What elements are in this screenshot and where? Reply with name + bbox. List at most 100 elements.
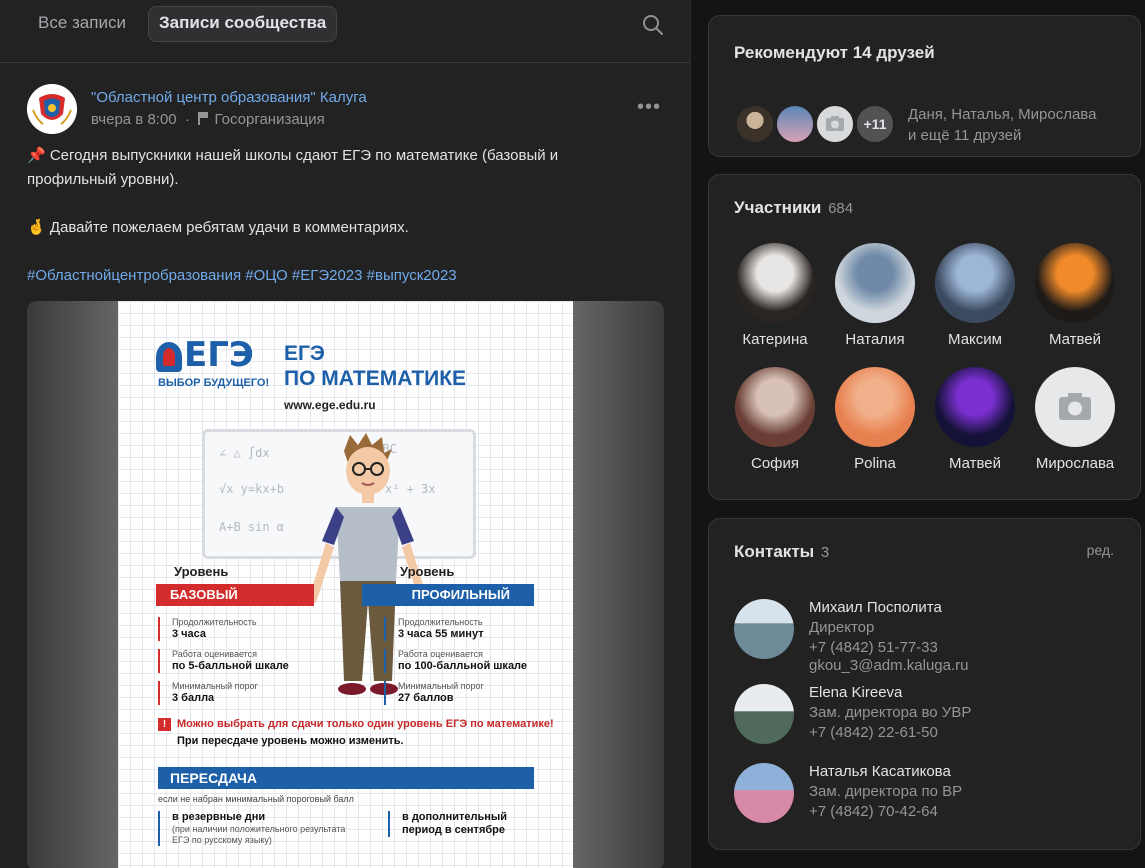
member-name: Наталия bbox=[845, 331, 905, 348]
basic-duration-label: Продолжительность bbox=[172, 617, 257, 627]
recommend-more-text: и ещё 11 друзей bbox=[908, 127, 1022, 144]
member-name: Матвей bbox=[948, 455, 1002, 472]
post-hashtags[interactable]: #Областнойцентробразования #ОЦО #ЕГЭ2023… bbox=[27, 264, 647, 288]
basic-level-label: Уровень bbox=[174, 564, 229, 579]
member-name: Polina bbox=[854, 455, 896, 472]
member-item[interactable]: Наталия bbox=[830, 243, 920, 348]
contact-name[interactable]: Михаил Посполита bbox=[809, 599, 942, 616]
edit-contacts-link[interactable]: ред. bbox=[1087, 542, 1114, 558]
resit-reserve: в резервные дни (при наличии положительно… bbox=[158, 811, 352, 846]
member-name: София bbox=[750, 455, 800, 472]
ege-poster: ЕГЭ ВЫБОР БУДУЩЕГО! ЕГЭ ПО МАТЕМАТИКЕ ww… bbox=[118, 301, 573, 868]
ege-logo-icon bbox=[156, 341, 182, 372]
contact-name[interactable]: Elena Kireeva bbox=[809, 684, 902, 701]
poster-title: ЕГЭ ПО МАТЕМАТИКЕ bbox=[284, 341, 466, 391]
member-item[interactable]: Мирослава bbox=[1030, 367, 1120, 472]
resit-note: если не набран минимальный пороговый бал… bbox=[158, 794, 354, 804]
profile-duration-value: 3 часа 55 минут bbox=[398, 628, 484, 640]
post-meta: вчера в 8:00 · Госорганизация bbox=[91, 111, 325, 128]
profile-minimum-value: 27 баллов bbox=[398, 692, 454, 704]
contact-email[interactable]: gkou_3@adm.kaluga.ru bbox=[809, 657, 969, 674]
camera-icon bbox=[826, 116, 844, 131]
more-friends-badge: +11 bbox=[855, 104, 895, 144]
basic-duration: Продолжительность 3 часа bbox=[158, 617, 257, 641]
member-avatar bbox=[735, 367, 815, 447]
camera-icon bbox=[1059, 393, 1091, 420]
group-name-link[interactable]: "Областной центр образования" Калуга bbox=[91, 89, 367, 106]
contacts-count: 3 bbox=[820, 544, 830, 561]
poster-url: www.ege.edu.ru bbox=[284, 398, 376, 412]
member-avatar bbox=[935, 367, 1015, 447]
ege-logo-text: ЕГЭ bbox=[184, 335, 254, 375]
member-avatar bbox=[735, 243, 815, 323]
post-line-2: 🤞 Давайте пожелаем ребятам удачи в комме… bbox=[27, 219, 409, 236]
member-avatar bbox=[835, 243, 915, 323]
group-avatar[interactable] bbox=[27, 84, 77, 134]
member-avatar bbox=[835, 367, 915, 447]
contacts-card: Контакты 3 ред. Михаил Посполита Директор… bbox=[708, 518, 1141, 850]
exclamation-icon: ! bbox=[158, 718, 171, 731]
poster-warning-text: Можно выбрать для сдачи только один уров… bbox=[177, 718, 554, 730]
member-item[interactable]: Катерина bbox=[730, 243, 820, 348]
profile-grading: Работа оценивается по 100-балльной шкале bbox=[384, 649, 527, 673]
poster-warning: ! Можно выбрать для сдачи только один уро… bbox=[158, 718, 554, 731]
profile-level-label: Уровень bbox=[400, 564, 455, 579]
contact-name[interactable]: Наталья Касатикова bbox=[809, 763, 951, 780]
post-category: Госорганизация bbox=[214, 111, 325, 128]
member-item[interactable]: София bbox=[730, 367, 820, 472]
poster-warning-2: При пересдаче уровень можно изменить. bbox=[177, 735, 404, 747]
contact-item[interactable]: Наталья Касатикова Зам. директора по ВР +7… bbox=[734, 763, 1134, 843]
contact-item[interactable]: Elena Kireeva Зам. директора во УВР +7 (48… bbox=[734, 684, 1134, 764]
basic-duration-value: 3 часа bbox=[172, 628, 207, 640]
members-title[interactable]: Участники 684 bbox=[734, 198, 853, 218]
friend-avatar-camera bbox=[815, 104, 855, 144]
member-item[interactable]: Polina bbox=[830, 367, 920, 472]
contact-item[interactable]: Михаил Посполита Директор +7 (4842) 51-77-… bbox=[734, 599, 1134, 679]
search-icon[interactable] bbox=[642, 14, 664, 36]
resit-extra-value: в дополнительный период в сентябре bbox=[402, 811, 508, 836]
members-count: 684 bbox=[828, 200, 854, 217]
resit-reserve-note: (при наличии положительного результата Е… bbox=[172, 824, 346, 845]
tab-community-posts[interactable]: Записи сообщества bbox=[148, 6, 338, 42]
post-text: 📌 Сегодня выпускники нашей школы сдают Е… bbox=[27, 144, 647, 288]
profile-duration-label: Продолжительность bbox=[398, 617, 483, 627]
recommend-card[interactable]: Рекомендуют 14 друзей +11 Даня, Наталья,… bbox=[708, 15, 1141, 157]
post-line-1: 📌 Сегодня выпускники нашей школы сдают Е… bbox=[27, 147, 559, 188]
friend-avatar bbox=[735, 104, 775, 144]
contact-phone: +7 (4842) 51-77-33 bbox=[809, 639, 938, 656]
more-options-icon[interactable]: ••• bbox=[637, 96, 661, 119]
member-item[interactable]: Максим bbox=[930, 243, 1020, 348]
contact-role: Зам. директора во УВР bbox=[809, 704, 972, 721]
contact-avatar bbox=[734, 599, 794, 659]
contact-phone: +7 (4842) 70-42-64 bbox=[809, 803, 938, 820]
recommend-names: Даня, Наталья, Мирослава bbox=[908, 106, 1097, 123]
resit-bar: ПЕРЕСДАЧА bbox=[158, 767, 534, 789]
member-avatar bbox=[1035, 367, 1115, 447]
member-item[interactable]: Матвей bbox=[930, 367, 1020, 472]
contact-role: Зам. директора по ВР bbox=[809, 783, 963, 800]
profile-minimum: Минимальный порог 27 баллов bbox=[384, 681, 484, 705]
member-avatar bbox=[1035, 243, 1115, 323]
basic-minimum-value: 3 балла bbox=[172, 692, 215, 704]
contact-avatar bbox=[734, 684, 794, 744]
contacts-title[interactable]: Контакты 3 bbox=[734, 542, 829, 562]
members-card: Участники 684 Катерина Наталия Максим Матве… bbox=[708, 174, 1141, 500]
profile-minimum-label: Минимальный порог bbox=[398, 681, 484, 691]
poster-title-1: ЕГЭ bbox=[284, 342, 325, 365]
member-avatar bbox=[935, 243, 1015, 323]
poster-title-2: ПО МАТЕМАТИКЕ bbox=[284, 367, 467, 390]
basic-minimum: Минимальный порог 3 балла bbox=[158, 681, 258, 705]
member-name: Мирослава bbox=[1035, 455, 1115, 472]
basic-minimum-label: Минимальный порог bbox=[172, 681, 258, 691]
post-time[interactable]: вчера в 8:00 bbox=[91, 111, 177, 128]
basic-grading-value: по 5-балльной шкале bbox=[172, 660, 289, 672]
members-title-text: Участники bbox=[734, 198, 822, 217]
tab-all-posts[interactable]: Все записи bbox=[28, 6, 136, 40]
contact-avatar bbox=[734, 763, 794, 823]
post-image[interactable]: ЕГЭ ВЫБОР БУДУЩЕГО! ЕГЭ ПО МАТЕМАТИКЕ ww… bbox=[27, 301, 664, 868]
member-name: Матвей bbox=[1048, 331, 1102, 348]
coat-of-arms-icon bbox=[27, 84, 77, 134]
ege-slogan: ВЫБОР БУДУЩЕГО! bbox=[158, 377, 270, 389]
member-name: Катерина bbox=[742, 331, 808, 348]
member-item[interactable]: Матвей bbox=[1030, 243, 1120, 348]
